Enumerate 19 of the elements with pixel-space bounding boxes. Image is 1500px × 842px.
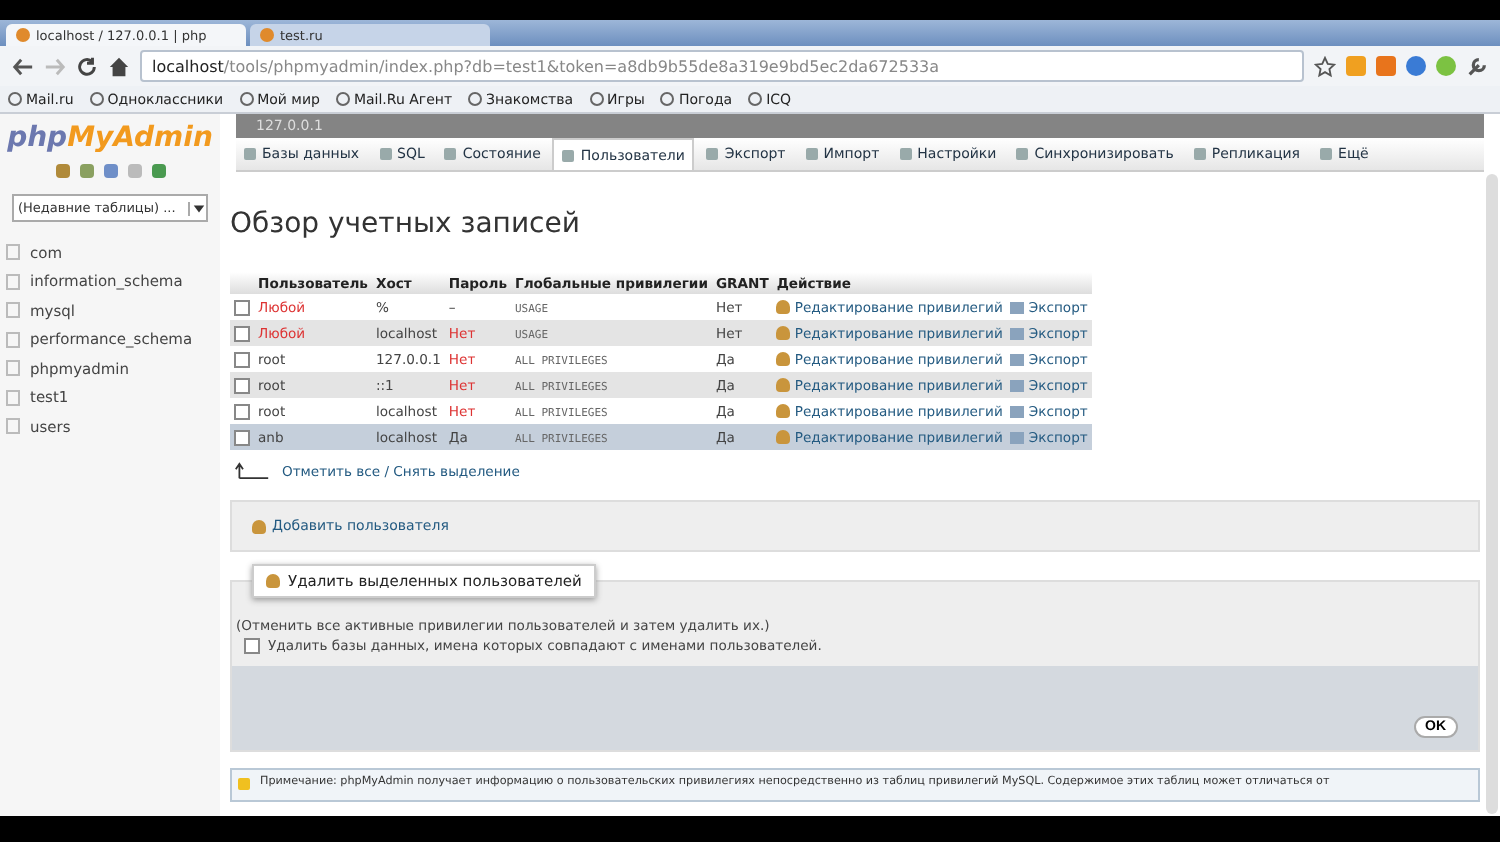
address-field[interactable]: localhost/tools/phpmyadmin/index.php?db=test1&token=a8db9b55de8a319e9bd5ec2da672533a <box>140 50 1304 82</box>
row-checkbox[interactable] <box>234 429 250 446</box>
warning-icon <box>238 778 250 790</box>
arrow-up-icon <box>234 462 270 480</box>
row-checkbox[interactable] <box>234 299 250 316</box>
star-icon[interactable] <box>1314 55 1336 77</box>
row-checkbox[interactable] <box>234 403 250 420</box>
drop-databases-checkbox[interactable] <box>244 638 260 654</box>
row-checkbox[interactable] <box>234 325 250 342</box>
favicon-icon <box>16 28 30 42</box>
page-heading: Обзор учетных записей <box>230 208 580 240</box>
back-icon[interactable] <box>12 55 34 77</box>
favicon-icon <box>260 28 274 42</box>
scrollbar[interactable] <box>1486 174 1498 814</box>
dropdown-arrow-icon <box>188 201 206 215</box>
row-checkbox[interactable] <box>234 377 250 394</box>
logo-text: phpMyAdmin <box>7 122 213 154</box>
row-checkbox[interactable] <box>234 351 250 368</box>
wrench-icon[interactable] <box>1466 55 1488 77</box>
